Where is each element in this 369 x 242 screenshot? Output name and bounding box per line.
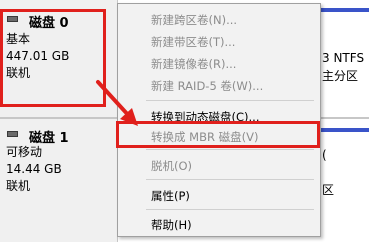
annotation-arrow-icon xyxy=(96,80,138,126)
